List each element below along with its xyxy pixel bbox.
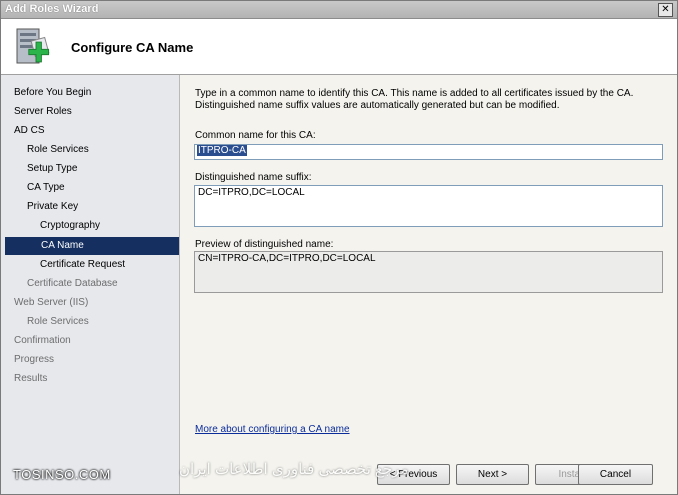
next-button[interactable]: Next > bbox=[456, 464, 529, 485]
common-name-input[interactable]: ITPRO-CA bbox=[194, 144, 663, 160]
common-name-value: ITPRO-CA bbox=[197, 145, 247, 156]
sidebar-item-confirmation: Confirmation bbox=[14, 335, 71, 346]
close-button[interactable]: ✕ bbox=[658, 3, 673, 17]
sidebar-item-cryptography[interactable]: Cryptography bbox=[40, 217, 100, 235]
sidebar-item-server-roles[interactable]: Server Roles bbox=[14, 103, 72, 121]
dn-suffix-label: Distinguished name suffix: bbox=[195, 172, 312, 183]
add-roles-wizard-window: Add Roles Wizard ✕ Configure CA Name Bef… bbox=[0, 0, 678, 495]
sidebar-item-before-you-begin[interactable]: Before You Begin bbox=[14, 84, 91, 102]
cancel-button[interactable]: Cancel bbox=[578, 464, 653, 485]
sidebar-item-ca-type[interactable]: CA Type bbox=[27, 179, 65, 197]
server-add-icon bbox=[16, 28, 50, 64]
sidebar-item-certificate-database: Certificate Database bbox=[27, 278, 118, 289]
sidebar-item-iis-role-services: Role Services bbox=[27, 316, 89, 327]
title-bar[interactable]: Add Roles Wizard ✕ bbox=[1, 1, 677, 19]
sidebar-item-ca-name[interactable]: CA Name bbox=[5, 237, 179, 255]
page-description: Type in a common name to identify this C… bbox=[195, 88, 634, 111]
watermark-left: TOSINSO.COM bbox=[13, 467, 111, 482]
window-title: Add Roles Wizard bbox=[5, 3, 99, 15]
page-title: Configure CA Name bbox=[71, 40, 194, 55]
sidebar-item-role-services[interactable]: Role Services bbox=[27, 141, 89, 159]
wizard-content: Type in a common name to identify this C… bbox=[180, 75, 677, 494]
watermark-right: مرجع تخصصی فناوری اطلاعات ایران bbox=[179, 461, 409, 478]
sidebar-item-progress: Progress bbox=[14, 354, 55, 365]
sidebar-item-certificate-request[interactable]: Certificate Request bbox=[40, 256, 125, 274]
common-name-label: Common name for this CA: bbox=[195, 130, 316, 141]
sidebar-item-setup-type[interactable]: Setup Type bbox=[27, 160, 77, 178]
sidebar-item-web-server-iis: Web Server (IIS) bbox=[14, 297, 89, 308]
dn-preview-field: CN=ITPRO-CA,DC=ITPRO,DC=LOCAL bbox=[194, 251, 663, 293]
close-icon: ✕ bbox=[661, 4, 670, 15]
help-link-ca-name[interactable]: More about configuring a CA name bbox=[195, 424, 350, 435]
dn-preview-label: Preview of distinguished name: bbox=[195, 239, 334, 250]
sidebar-item-ad-cs[interactable]: AD CS bbox=[14, 122, 45, 140]
sidebar-item-private-key[interactable]: Private Key bbox=[27, 198, 78, 216]
wizard-step-sidebar: Before You Begin Server Roles AD CS Role… bbox=[1, 75, 180, 494]
wizard-header: Configure CA Name bbox=[1, 19, 677, 75]
dn-suffix-input[interactable]: DC=ITPRO,DC=LOCAL bbox=[194, 185, 663, 227]
sidebar-item-results: Results bbox=[14, 373, 48, 384]
